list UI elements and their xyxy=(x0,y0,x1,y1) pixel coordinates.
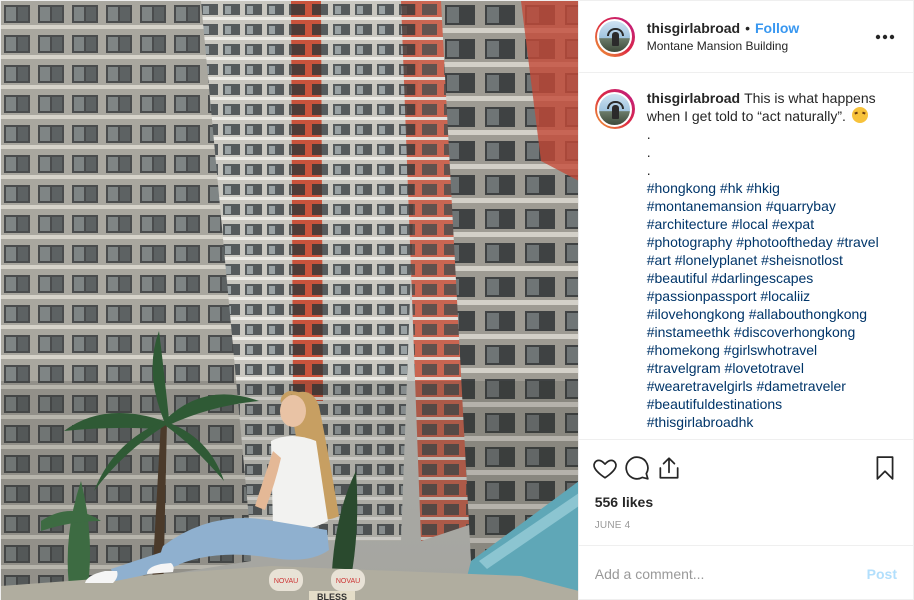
username-link[interactable]: thisgirlabroad xyxy=(647,20,740,36)
hashtag-link[interactable]: #hk xyxy=(720,180,743,196)
hashtag-link[interactable]: #dametraveler xyxy=(756,378,846,394)
hashtag-line: #thisgirlabroadhk xyxy=(647,413,897,431)
caption-avatar[interactable] xyxy=(597,91,633,127)
post-actions: 556 likes JUNE 4 xyxy=(578,439,913,545)
avatar-figure xyxy=(612,104,620,119)
post-photo[interactable]: NOVAU NOVAU BLESS xyxy=(1,1,578,600)
hashtag-link[interactable]: #ilovehongkong xyxy=(647,306,745,322)
hashtag-link[interactable]: #montanemansion xyxy=(647,198,762,214)
hashtag-link[interactable]: #girlswhotravel xyxy=(724,342,817,358)
hashtag-link[interactable]: #architecture xyxy=(647,216,728,232)
comments-section: thisgirlabroad This is what happens when … xyxy=(579,73,913,439)
post-header: thisgirlabroad • Follow Montane Mansion … xyxy=(578,1,913,73)
grinning-squinting-face-icon xyxy=(851,107,868,123)
post-comment-button[interactable]: Post xyxy=(867,566,897,582)
bookmark-icon-svg xyxy=(876,456,894,480)
hashtag-link[interactable]: #wearetravelgirls xyxy=(647,378,753,394)
hashtag-line: #passionpassport #localiiz xyxy=(647,287,897,305)
hashtag-line: #instameethk #discoverhongkong xyxy=(647,323,897,341)
caption-dot-1: . xyxy=(646,126,651,142)
hashtag-line: #homekong #girlswhotravel xyxy=(647,341,897,359)
story-ring[interactable] xyxy=(594,16,635,57)
hashtag-line: #wearetravelgirls #dametraveler xyxy=(647,377,897,395)
hashtag-line: #beautifuldestinations xyxy=(647,395,897,413)
hashtag-line: #photography #photooftheday #travel xyxy=(647,233,897,251)
hashtag-link[interactable]: #sheisnotlost xyxy=(761,252,843,268)
comment-icon-svg xyxy=(625,456,649,480)
hashtag-line: #architecture #local #expat xyxy=(647,215,897,233)
hashtag-link[interactable]: #thisgirlabroadhk xyxy=(647,414,754,430)
hashtag-link[interactable]: #expat xyxy=(772,216,814,232)
hashtag-link[interactable]: #instameethk xyxy=(647,324,730,340)
heart-icon-svg xyxy=(592,459,617,479)
more-options-icon[interactable] xyxy=(873,25,897,49)
hashtag-link[interactable]: #lovetotravel xyxy=(725,360,804,376)
likes-count[interactable]: 556 likes xyxy=(595,494,897,510)
header-line: thisgirlabroad • Follow xyxy=(647,20,873,36)
header-text: thisgirlabroad • Follow Montane Mansion … xyxy=(647,20,873,53)
hashtag-link[interactable]: #lonelyplanet xyxy=(675,252,758,268)
ellipsis-icon xyxy=(875,34,895,39)
caption: thisgirlabroad This is what happens when … xyxy=(594,89,897,431)
sticker-text-3: BLESS xyxy=(317,592,347,600)
hashtag-link[interactable]: #beautiful xyxy=(647,270,708,286)
share-icon[interactable] xyxy=(651,450,687,486)
hashtag-link[interactable]: #darlingescapes xyxy=(711,270,813,286)
hashtag-link[interactable]: #photography xyxy=(647,234,733,250)
hashtag-line: #ilovehongkong #allabouthongkong xyxy=(647,305,897,323)
hashtag-link[interactable]: #art xyxy=(647,252,671,268)
hashtag-list: #hongkong #hk #hkig #montanemansion #qua… xyxy=(647,179,897,431)
comment-icon[interactable] xyxy=(619,450,655,486)
building-photo-illustration: NOVAU NOVAU BLESS xyxy=(1,1,578,600)
hashtag-link[interactable]: #allabouthongkong xyxy=(749,306,867,322)
caption-dot-3: . xyxy=(646,162,651,178)
caption-dot-2: . xyxy=(646,144,651,160)
heart-icon[interactable] xyxy=(587,450,623,486)
hashtag-line: #montanemansion #quarrybay xyxy=(647,197,897,215)
caption-username[interactable]: thisgirlabroad xyxy=(647,90,740,106)
hashtag-link[interactable]: #hongkong xyxy=(647,180,716,196)
hashtag-link[interactable]: #discoverhongkong xyxy=(734,324,855,340)
hashtag-link[interactable]: #photooftheday xyxy=(736,234,833,250)
share-icon-svg xyxy=(659,457,679,479)
location-link[interactable]: Montane Mansion Building xyxy=(647,39,873,53)
instagram-post: NOVAU NOVAU BLESS thisgirlabroad • Follo… xyxy=(0,0,914,600)
hashtag-line: #beautiful #darlingescapes xyxy=(647,269,897,287)
hashtag-link[interactable]: #local xyxy=(732,216,769,232)
separator-dot: • xyxy=(745,20,750,36)
hashtag-link[interactable]: #beautifuldestinations xyxy=(647,396,782,412)
hashtag-link[interactable]: #quarrybay xyxy=(766,198,836,214)
caption-body: thisgirlabroad This is what happens when … xyxy=(647,89,897,431)
hashtag-line: #hongkong #hk #hkig xyxy=(647,179,897,197)
post-side-panel: thisgirlabroad • Follow Montane Mansion … xyxy=(577,1,913,600)
hashtag-line: #travelgram #lovetotravel xyxy=(647,359,897,377)
hashtag-link[interactable]: #homekong xyxy=(647,342,720,358)
hashtag-link[interactable]: #travel xyxy=(837,234,879,250)
sticker-text-1: NOVAU xyxy=(274,578,298,585)
avatar-figure xyxy=(612,32,620,46)
hashtag-link[interactable]: #travelgram xyxy=(647,360,721,376)
caption-text-line: thisgirlabroad This is what happens when … xyxy=(647,89,897,125)
hashtag-line: #art #lonelyplanet #sheisnotlost xyxy=(647,251,897,269)
post-date[interactable]: JUNE 4 xyxy=(595,520,897,531)
avatar[interactable] xyxy=(597,19,633,54)
bookmark-icon[interactable] xyxy=(867,450,903,486)
action-icon-row xyxy=(592,446,897,490)
hashtag-link[interactable]: #localiiz xyxy=(760,288,810,304)
caption-story-ring[interactable] xyxy=(594,89,635,129)
comment-input[interactable] xyxy=(594,565,867,582)
sticker-text-2: NOVAU xyxy=(336,578,360,585)
hashtag-link[interactable]: #passionpassport xyxy=(647,288,757,304)
hashtag-link[interactable]: #hkig xyxy=(746,180,779,196)
add-comment-bar: Post xyxy=(578,545,913,600)
follow-button[interactable]: Follow xyxy=(755,20,799,36)
